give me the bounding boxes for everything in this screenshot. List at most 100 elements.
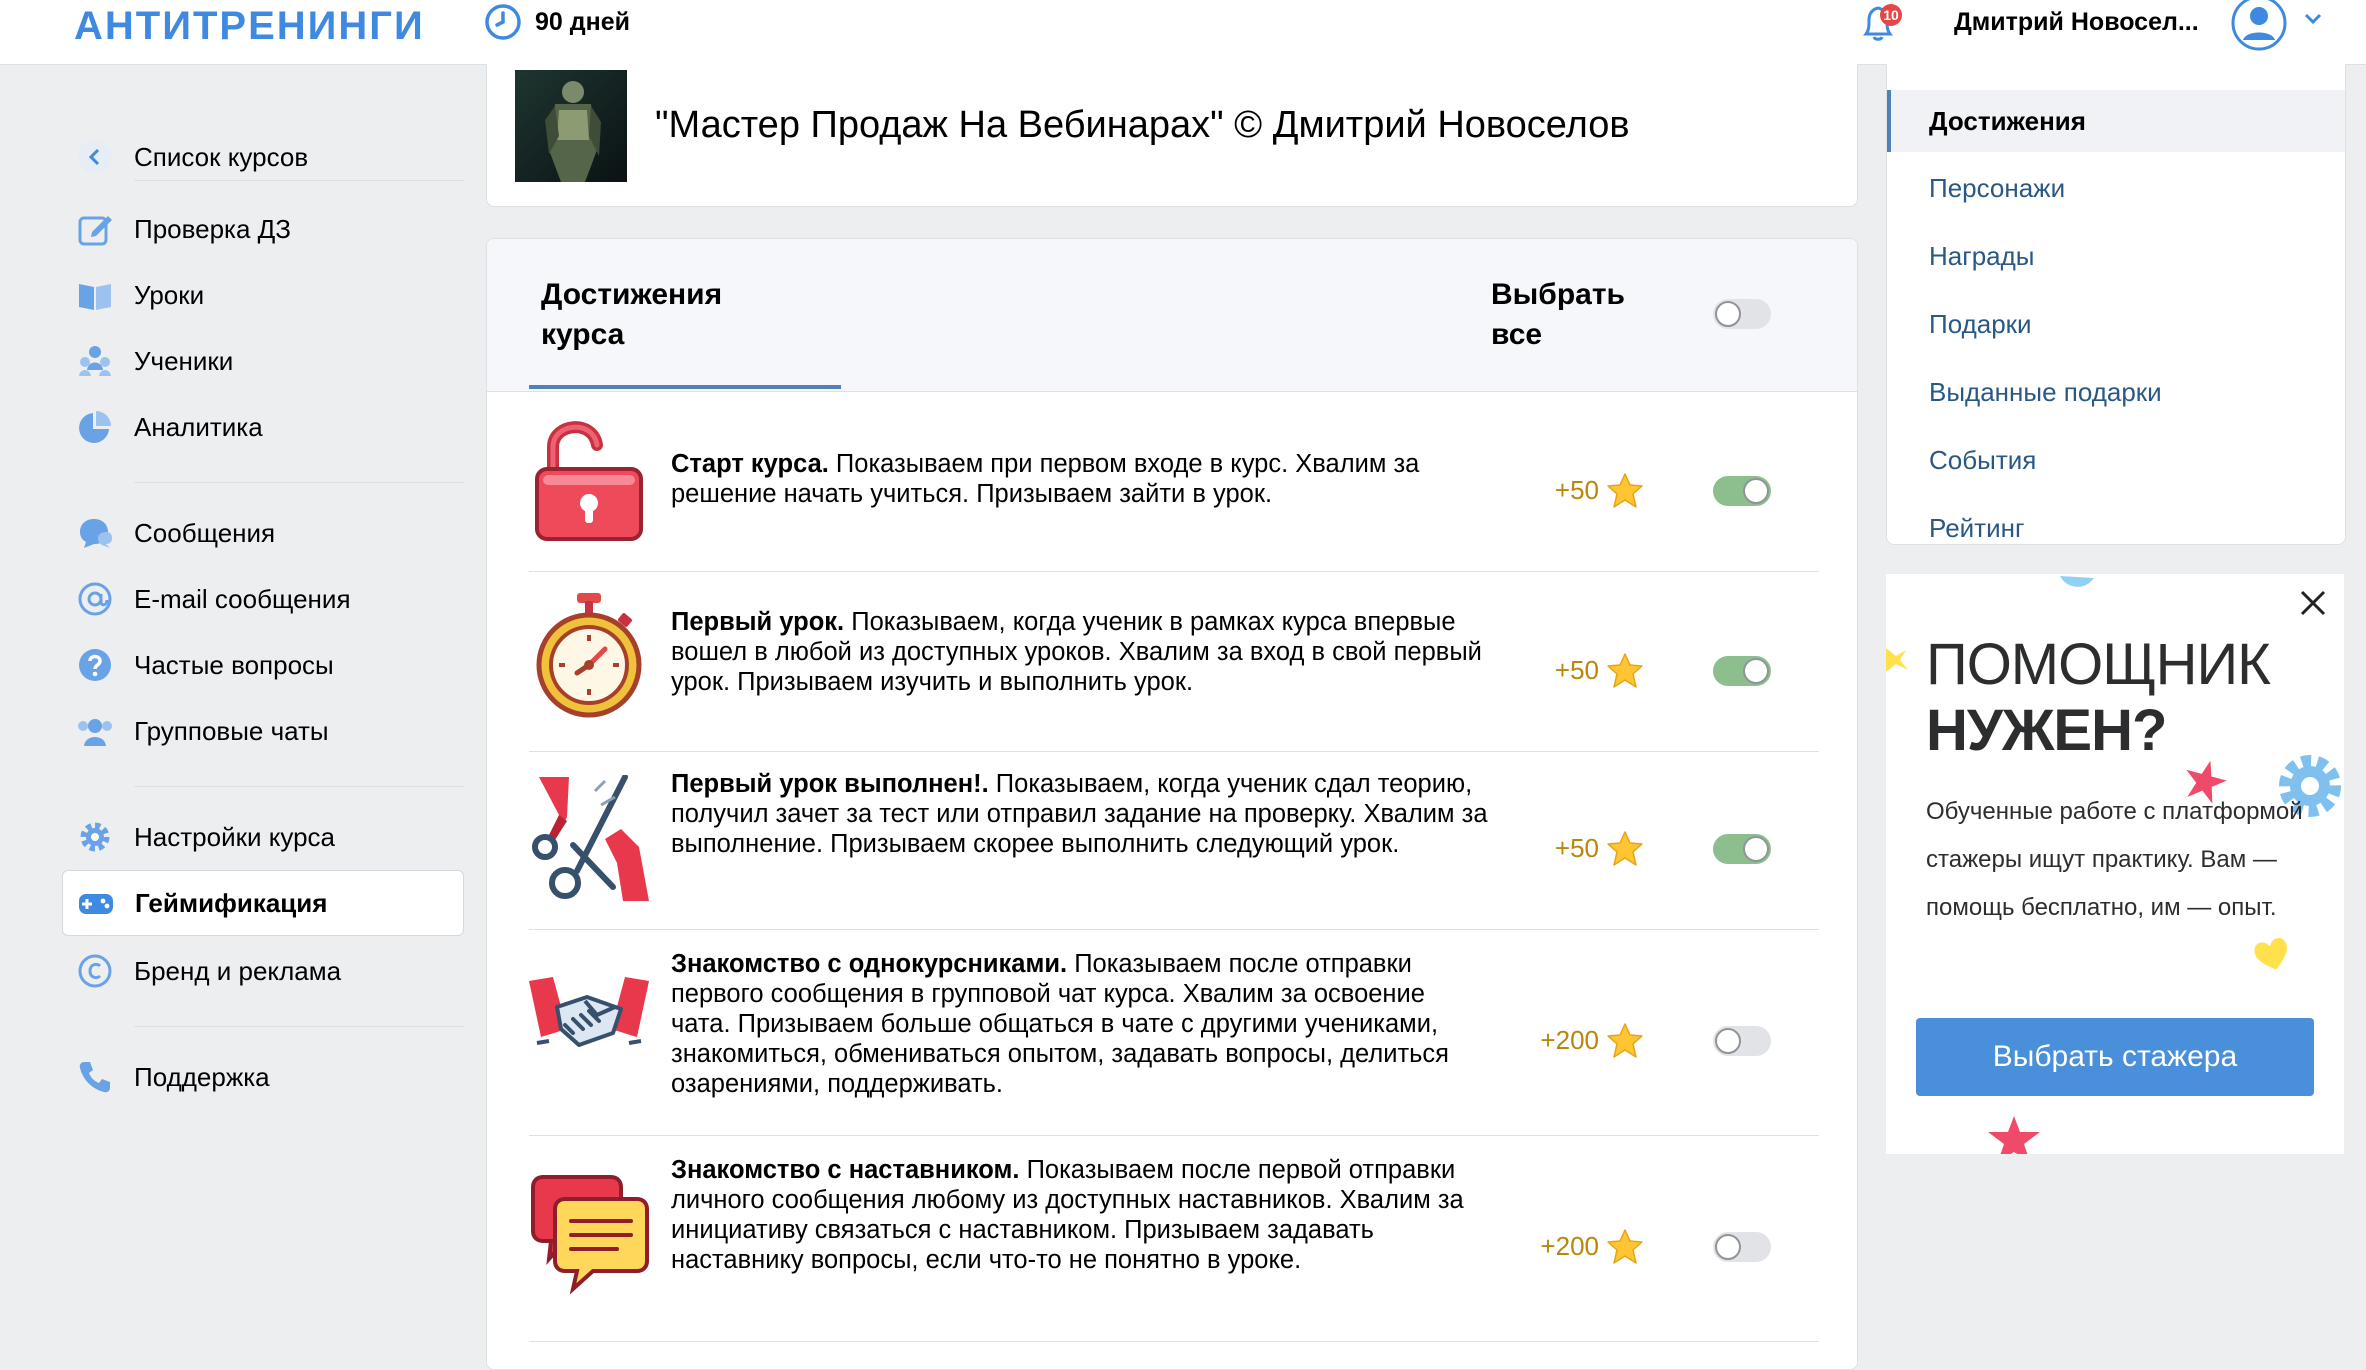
menu-item-events[interactable]: События bbox=[1887, 429, 2345, 491]
star-icon bbox=[1607, 1023, 1643, 1058]
achievement-toggle[interactable] bbox=[1713, 656, 1771, 686]
select-all-label: Выбрать все bbox=[1491, 278, 1625, 351]
achievement-toggle[interactable] bbox=[1713, 1232, 1771, 1262]
promo-banner: ПОМОЩНИК НУЖЕН? Обученные работе с платф… bbox=[1886, 574, 2344, 1154]
sidebar-item-label: Проверка ДЗ bbox=[134, 213, 291, 244]
achievement-description: Старт курса. Показываем при первом входе… bbox=[671, 449, 1491, 509]
achievement-toggle[interactable] bbox=[1713, 1026, 1771, 1056]
sidebar-divider bbox=[134, 786, 464, 787]
sidebar-item-students[interactable]: Ученики bbox=[62, 328, 464, 394]
speech-bubbles-icon bbox=[531, 1175, 649, 1295]
select-intern-button[interactable]: Выбрать стажера bbox=[1916, 1018, 2314, 1096]
select-all-toggle[interactable] bbox=[1713, 299, 1771, 329]
pie-chart-icon bbox=[79, 411, 111, 443]
sidebar-item-group-chats[interactable]: Групповые чаты bbox=[62, 698, 464, 764]
promo-title-line: НУЖЕН? bbox=[1926, 698, 2167, 763]
menu-item-achievements[interactable]: Достижения bbox=[1887, 90, 2345, 152]
ribbon-scissors-icon bbox=[532, 775, 649, 901]
sidebar-item-support[interactable]: Поддержка bbox=[62, 1044, 464, 1110]
sidebar-divider bbox=[134, 482, 464, 483]
menu-item-rating[interactable]: Рейтинг bbox=[1887, 497, 2345, 559]
sidebar-item-label: Сообщения bbox=[134, 517, 276, 548]
sidebar-divider bbox=[134, 1026, 464, 1027]
achievement-toggle[interactable] bbox=[1713, 834, 1771, 864]
star-decoration-icon bbox=[1886, 648, 1908, 672]
sidebar-item-course-settings[interactable]: Настройки курса bbox=[62, 804, 464, 870]
copyright-icon bbox=[78, 954, 112, 988]
sidebar-item-label: E-mail сообщения bbox=[134, 583, 351, 614]
sidebar-item-label: Ученики bbox=[134, 345, 234, 376]
group-icon bbox=[78, 719, 112, 746]
achievement-description: Знакомство с наставником. Показываем пос… bbox=[671, 1155, 1491, 1275]
sidebar-item-label: Список курсов bbox=[134, 141, 309, 172]
achievement-title: Старт курса. bbox=[671, 450, 829, 478]
back-arrow-icon bbox=[78, 140, 112, 174]
logo[interactable]: АНТИТРЕНИНГИ bbox=[74, 4, 425, 49]
bell-icon[interactable]: 10 bbox=[1858, 0, 1902, 44]
tab-course-achievements[interactable]: Достижения курса bbox=[541, 275, 801, 355]
achievement-row: Знакомство с наставником. Показываем пос… bbox=[529, 1135, 1819, 1342]
sidebar-item-email[interactable]: E-mail сообщения bbox=[62, 566, 464, 632]
star-icon bbox=[1607, 1229, 1643, 1264]
achievements-panel: Достижения курса Выбрать все Старт курса… bbox=[486, 238, 1858, 1370]
achievement-points: +200 bbox=[1540, 1231, 1599, 1261]
clock-icon bbox=[485, 4, 521, 40]
unlocked-padlock-icon bbox=[535, 421, 643, 541]
achievement-description: Знакомство с однокурсниками. Показываем … bbox=[671, 949, 1491, 1099]
sidebar-item-label: Бренд и реклама bbox=[134, 955, 342, 986]
sidebar-item-label: Частые вопросы bbox=[134, 649, 334, 680]
sidebar-item-label: Геймификация bbox=[135, 887, 328, 918]
sidebar-item-gamification[interactable]: Геймификация bbox=[62, 870, 464, 936]
star-decoration-icon bbox=[1988, 1116, 2040, 1154]
achievements-header: Достижения курса Выбрать все bbox=[487, 239, 1857, 392]
gamepad-icon bbox=[79, 894, 113, 914]
promo-description: Обученные работе с платформой стажеры ищ… bbox=[1926, 798, 2303, 921]
achievement-points: +50 bbox=[1554, 833, 1599, 863]
sidebar-divider bbox=[134, 180, 464, 181]
top-bar: АНТИТРЕНИНГИ 90 дней 10 Дмитрий Новосел.… bbox=[0, 0, 2366, 65]
achievement-points: +50 bbox=[1554, 475, 1599, 505]
menu-item-awards[interactable]: Награды bbox=[1887, 225, 2345, 287]
stopwatch-icon bbox=[536, 593, 642, 718]
heart-decoration-icon bbox=[2060, 576, 2094, 587]
star-icon bbox=[1607, 831, 1643, 866]
close-icon[interactable] bbox=[2298, 588, 2328, 618]
achievement-points: +50 bbox=[1554, 655, 1599, 685]
tab-active-indicator bbox=[529, 385, 841, 389]
menu-item-characters[interactable]: Персонажи bbox=[1887, 157, 2345, 219]
achievement-row: Знакомство с однокурсниками. Показываем … bbox=[529, 929, 1819, 1136]
achievement-row: Старт курса. Показываем при первом входе… bbox=[529, 391, 1819, 572]
sidebar-item-lessons[interactable]: Уроки bbox=[62, 262, 464, 328]
star-icon bbox=[1607, 473, 1643, 508]
sidebar-item-messages[interactable]: Сообщения bbox=[62, 500, 464, 566]
promo-title-line: ПОМОЩНИК bbox=[1926, 632, 2271, 697]
book-icon bbox=[79, 284, 111, 310]
course-duration: 90 дней bbox=[535, 8, 630, 36]
achievement-description: Первый урок. Показываем, когда ученик в … bbox=[671, 607, 1491, 697]
sidebar-item-brand[interactable]: Бренд и реклама bbox=[62, 938, 464, 1004]
achievement-title: Знакомство с однокурсниками. bbox=[671, 950, 1068, 978]
menu-item-gifts[interactable]: Подарки bbox=[1887, 293, 2345, 355]
star-icon bbox=[1607, 653, 1643, 688]
students-icon bbox=[79, 346, 111, 376]
achievement-toggle[interactable] bbox=[1713, 476, 1771, 506]
at-icon bbox=[78, 582, 112, 616]
menu-item-issued-gifts[interactable]: Выданные подарки bbox=[1887, 361, 2345, 423]
chevron-down-icon[interactable] bbox=[2303, 12, 2323, 26]
edit-icon bbox=[78, 216, 112, 246]
avatar-icon[interactable] bbox=[2230, 0, 2288, 52]
course-image bbox=[515, 70, 627, 182]
achievement-row: Первый урок выполнен!. Показываем, когда… bbox=[529, 751, 1819, 930]
sidebar-item-faq[interactable]: Частые вопросы bbox=[62, 632, 464, 698]
achievement-title: Первый урок. bbox=[671, 608, 845, 636]
sidebar-item-homework[interactable]: Проверка ДЗ bbox=[62, 196, 464, 262]
sidebar-item-label: Аналитика bbox=[134, 411, 263, 442]
notification-badge: 10 bbox=[1883, 7, 1899, 23]
gamification-menu: Достижения Персонажи Награды Подарки Выд… bbox=[1886, 64, 2346, 545]
user-name[interactable]: Дмитрий Новосел... bbox=[1954, 8, 2199, 37]
achievement-title: Первый урок выполнен!. bbox=[671, 770, 989, 798]
achievement-points: +200 bbox=[1540, 1025, 1599, 1055]
handshake-icon bbox=[529, 977, 649, 1047]
heart-decoration-icon bbox=[2254, 937, 2287, 970]
sidebar-item-analytics[interactable]: Аналитика bbox=[62, 394, 464, 460]
